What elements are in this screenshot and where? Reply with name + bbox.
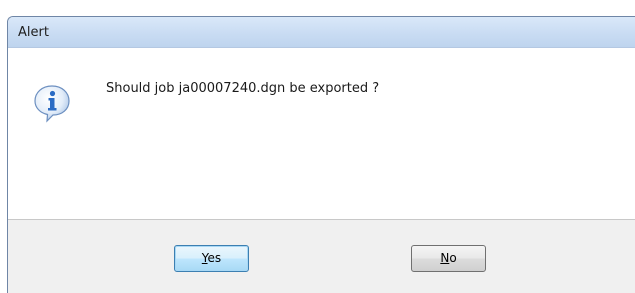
dialog-content: Should job ja00007240.dgn be exported ? <box>8 48 635 219</box>
footer-divider <box>8 219 635 220</box>
dialog-message: Should job ja00007240.dgn be exported ? <box>106 81 380 96</box>
no-button-label: o <box>449 251 457 265</box>
alert-dialog: Alert Should job ja00007240.dgn be expor… <box>7 16 635 293</box>
info-icon <box>34 85 70 123</box>
yes-button-label: es <box>207 251 222 265</box>
no-button-mnemonic: N <box>440 251 450 265</box>
title-bar[interactable]: Alert <box>8 17 635 48</box>
no-button[interactable]: No <box>411 245 486 272</box>
window-title: Alert <box>18 25 49 40</box>
yes-button[interactable]: Yes <box>174 245 249 272</box>
